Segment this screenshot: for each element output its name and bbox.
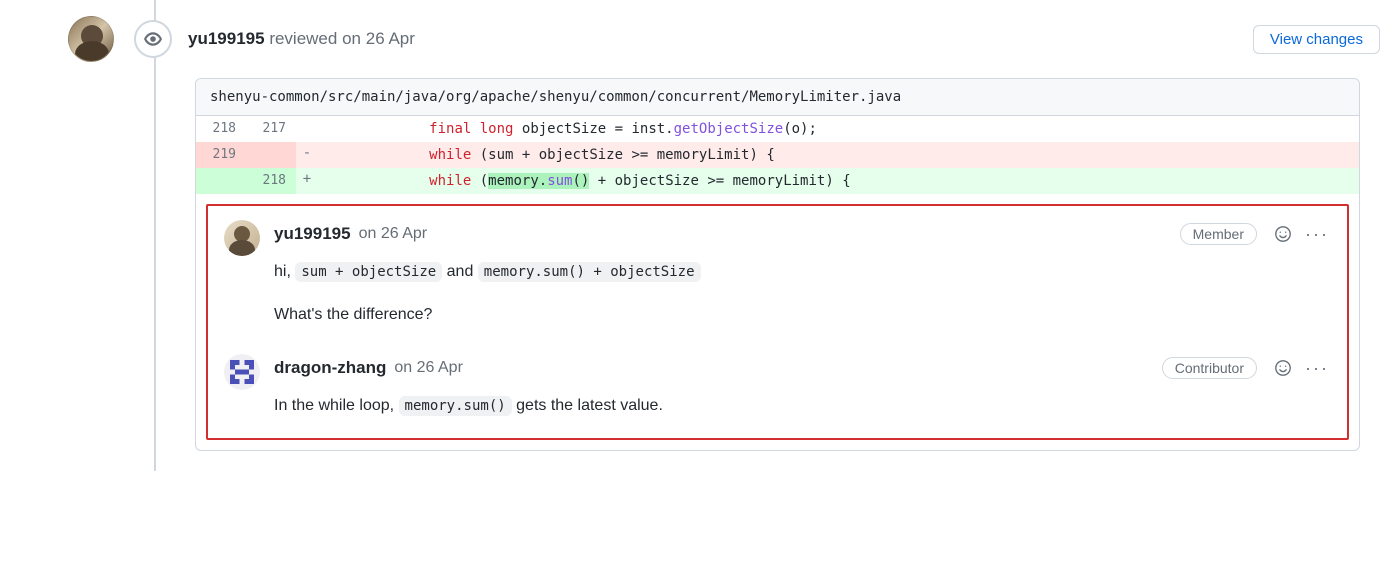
comment-body: hi, sum + objectSize and memory.sum() + … (274, 258, 1331, 328)
comment-author-link[interactable]: yu199195 (274, 224, 351, 244)
comment-menu-button[interactable]: ··· (1303, 220, 1331, 248)
comment-author-avatar[interactable] (224, 220, 260, 256)
review-action-text: reviewed (269, 29, 342, 48)
diff-table: 218 217 final long objectSize = inst.get… (196, 116, 1359, 194)
review-comment: dragon-zhang on 26 Apr Contributor ··· I… (208, 346, 1347, 437)
review-icon (134, 20, 172, 58)
old-line-number[interactable] (196, 168, 246, 194)
diff-row-context: 218 217 final long objectSize = inst.get… (196, 116, 1359, 142)
inline-code: memory.sum() + objectSize (478, 262, 701, 282)
reviewer-username-link[interactable]: yu199195 (188, 29, 265, 48)
review-date-link[interactable]: on 26 Apr (342, 29, 415, 48)
comment-header: yu199195 on 26 Apr Member ··· (274, 220, 1331, 248)
file-path-header[interactable]: shenyu-common/src/main/java/org/apache/s… (196, 79, 1359, 116)
old-line-number[interactable]: 219 (196, 142, 246, 168)
diff-code-line: final long objectSize = inst.getObjectSi… (318, 116, 1359, 142)
new-line-number[interactable] (246, 142, 296, 168)
comment-author-avatar[interactable] (224, 354, 260, 390)
reviewer-avatar[interactable] (68, 16, 114, 62)
author-role-badge: Contributor (1162, 357, 1257, 379)
comment-date-link[interactable]: on 26 Apr (394, 359, 463, 377)
diff-marker: + (296, 168, 318, 194)
diff-row-deletion: 219 - while (sum + objectSize >= memoryL… (196, 142, 1359, 168)
diff-code-line: while (memory.sum() + objectSize >= memo… (318, 168, 1359, 194)
add-reaction-button[interactable] (1269, 220, 1297, 248)
comment-menu-button[interactable]: ··· (1303, 354, 1331, 382)
comments-highlight-box: yu199195 on 26 Apr Member ··· hi, sum + … (206, 204, 1349, 440)
view-changes-button[interactable]: View changes (1253, 25, 1380, 54)
comment-header: dragon-zhang on 26 Apr Contributor ··· (274, 354, 1331, 382)
new-line-number[interactable]: 217 (246, 116, 296, 142)
inline-code: memory.sum() (399, 396, 512, 416)
old-line-number[interactable]: 218 (196, 116, 246, 142)
review-comment: yu199195 on 26 Apr Member ··· hi, sum + … (208, 206, 1347, 346)
diff-marker: - (296, 142, 318, 168)
diff-row-addition: 218 + while (memory.sum() + objectSize >… (196, 168, 1359, 194)
review-header: yu199195 reviewed on 26 Apr View changes (20, 0, 1380, 78)
diff-marker (296, 116, 318, 142)
review-body: shenyu-common/src/main/java/org/apache/s… (195, 78, 1360, 451)
comment-date-link[interactable]: on 26 Apr (359, 225, 428, 243)
diff-code-line: while (sum + objectSize >= memoryLimit) … (318, 142, 1359, 168)
new-line-number[interactable]: 218 (246, 168, 296, 194)
inline-code: sum + objectSize (295, 262, 442, 282)
add-reaction-button[interactable] (1269, 354, 1297, 382)
review-title: yu199195 reviewed on 26 Apr (188, 29, 1253, 49)
timeline-line (154, 0, 156, 471)
comment-body: In the while loop, memory.sum() gets the… (274, 392, 1331, 419)
author-role-badge: Member (1180, 223, 1257, 245)
comment-author-link[interactable]: dragon-zhang (274, 358, 386, 378)
